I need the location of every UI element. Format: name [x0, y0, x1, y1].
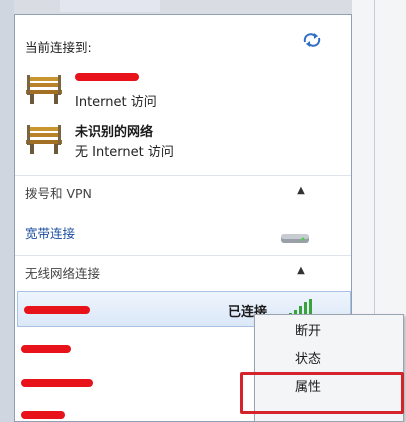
divider — [15, 175, 351, 176]
broadband-icon — [281, 234, 309, 243]
desktop-background-top — [60, 0, 160, 12]
current-connection-title: 当前连接到: — [25, 40, 92, 55]
collapse-chevron-icon[interactable]: ▲ — [293, 264, 309, 278]
wireless-section-header: 无线网络连接 — [25, 266, 101, 281]
connected-network-1[interactable]: Internet 访问 — [25, 71, 325, 115]
properties-highlight-box — [240, 372, 404, 414]
redacted-ssid-mark — [24, 306, 90, 314]
redacted-network-mark[interactable] — [21, 379, 93, 387]
redacted-name-mark — [75, 73, 139, 81]
connected-network-2[interactable]: 未识别的网络 无 Internet 访问 — [25, 121, 325, 165]
divider — [15, 255, 351, 256]
redacted-network-mark[interactable] — [21, 345, 71, 353]
bench-icon — [26, 125, 62, 154]
broadband-connection-item[interactable]: 宽带连接 — [25, 223, 75, 242]
bench-icon — [26, 75, 62, 104]
dialup-vpn-header: 拨号和 VPN — [25, 186, 92, 201]
collapse-chevron-icon[interactable]: ▲ — [293, 184, 309, 198]
menu-item-status[interactable]: 状态 — [255, 347, 403, 373]
network-access-status: Internet 访问 — [75, 95, 157, 110]
desktop-background-left — [0, 0, 14, 422]
network-access-status: 无 Internet 访问 — [75, 145, 174, 160]
network-name: 未识别的网络 — [75, 125, 154, 140]
menu-item-disconnect[interactable]: 断开 — [255, 319, 403, 345]
redacted-network-mark[interactable] — [21, 411, 65, 419]
refresh-icon[interactable] — [301, 31, 323, 49]
